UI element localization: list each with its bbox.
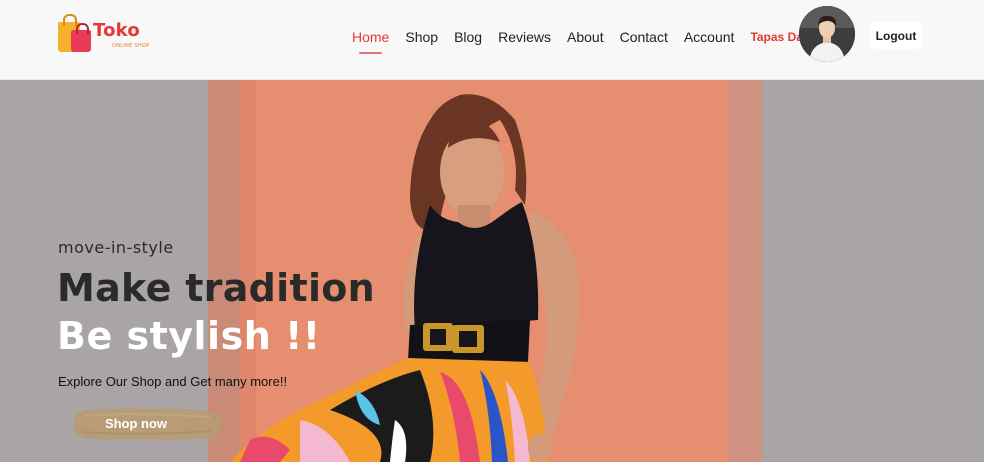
avatar-image — [799, 6, 855, 62]
nav-contact[interactable]: Contact — [620, 29, 668, 45]
nav-home[interactable]: Home — [352, 29, 389, 54]
brand-name: Toko — [93, 20, 140, 41]
shopping-bag-icon — [71, 23, 91, 52]
nav-about[interactable]: About — [567, 29, 604, 45]
main-nav: Home Shop Blog Reviews About Contact Acc… — [352, 27, 817, 54]
logout-button[interactable]: Logout — [870, 22, 922, 49]
nav-shop[interactable]: Shop — [405, 29, 438, 45]
user-avatar[interactable] — [799, 6, 855, 62]
nav-account[interactable]: Account — [684, 29, 735, 45]
hero-kicker: move-in-style — [58, 238, 174, 257]
nav-reviews[interactable]: Reviews — [498, 29, 551, 45]
hero-tagline: Explore Our Shop and Get many more!! — [58, 374, 288, 389]
brand-subtitle: ONLINE SHOP — [112, 43, 150, 49]
hero-banner: move-in-style Make tradition Be stylish … — [0, 80, 984, 462]
hero-headline-line2: Be stylish !! — [57, 314, 321, 358]
brand-logo[interactable]: Toko ONLINE SHOP — [58, 14, 150, 56]
site-header: Toko ONLINE SHOP Home Shop Blog Reviews … — [0, 0, 984, 80]
shop-now-label: Shop now — [104, 416, 168, 431]
shop-now-button[interactable]: Shop now — [72, 406, 224, 442]
hero-headline-line1: Make tradition — [57, 266, 376, 310]
nav-blog[interactable]: Blog — [454, 29, 482, 45]
